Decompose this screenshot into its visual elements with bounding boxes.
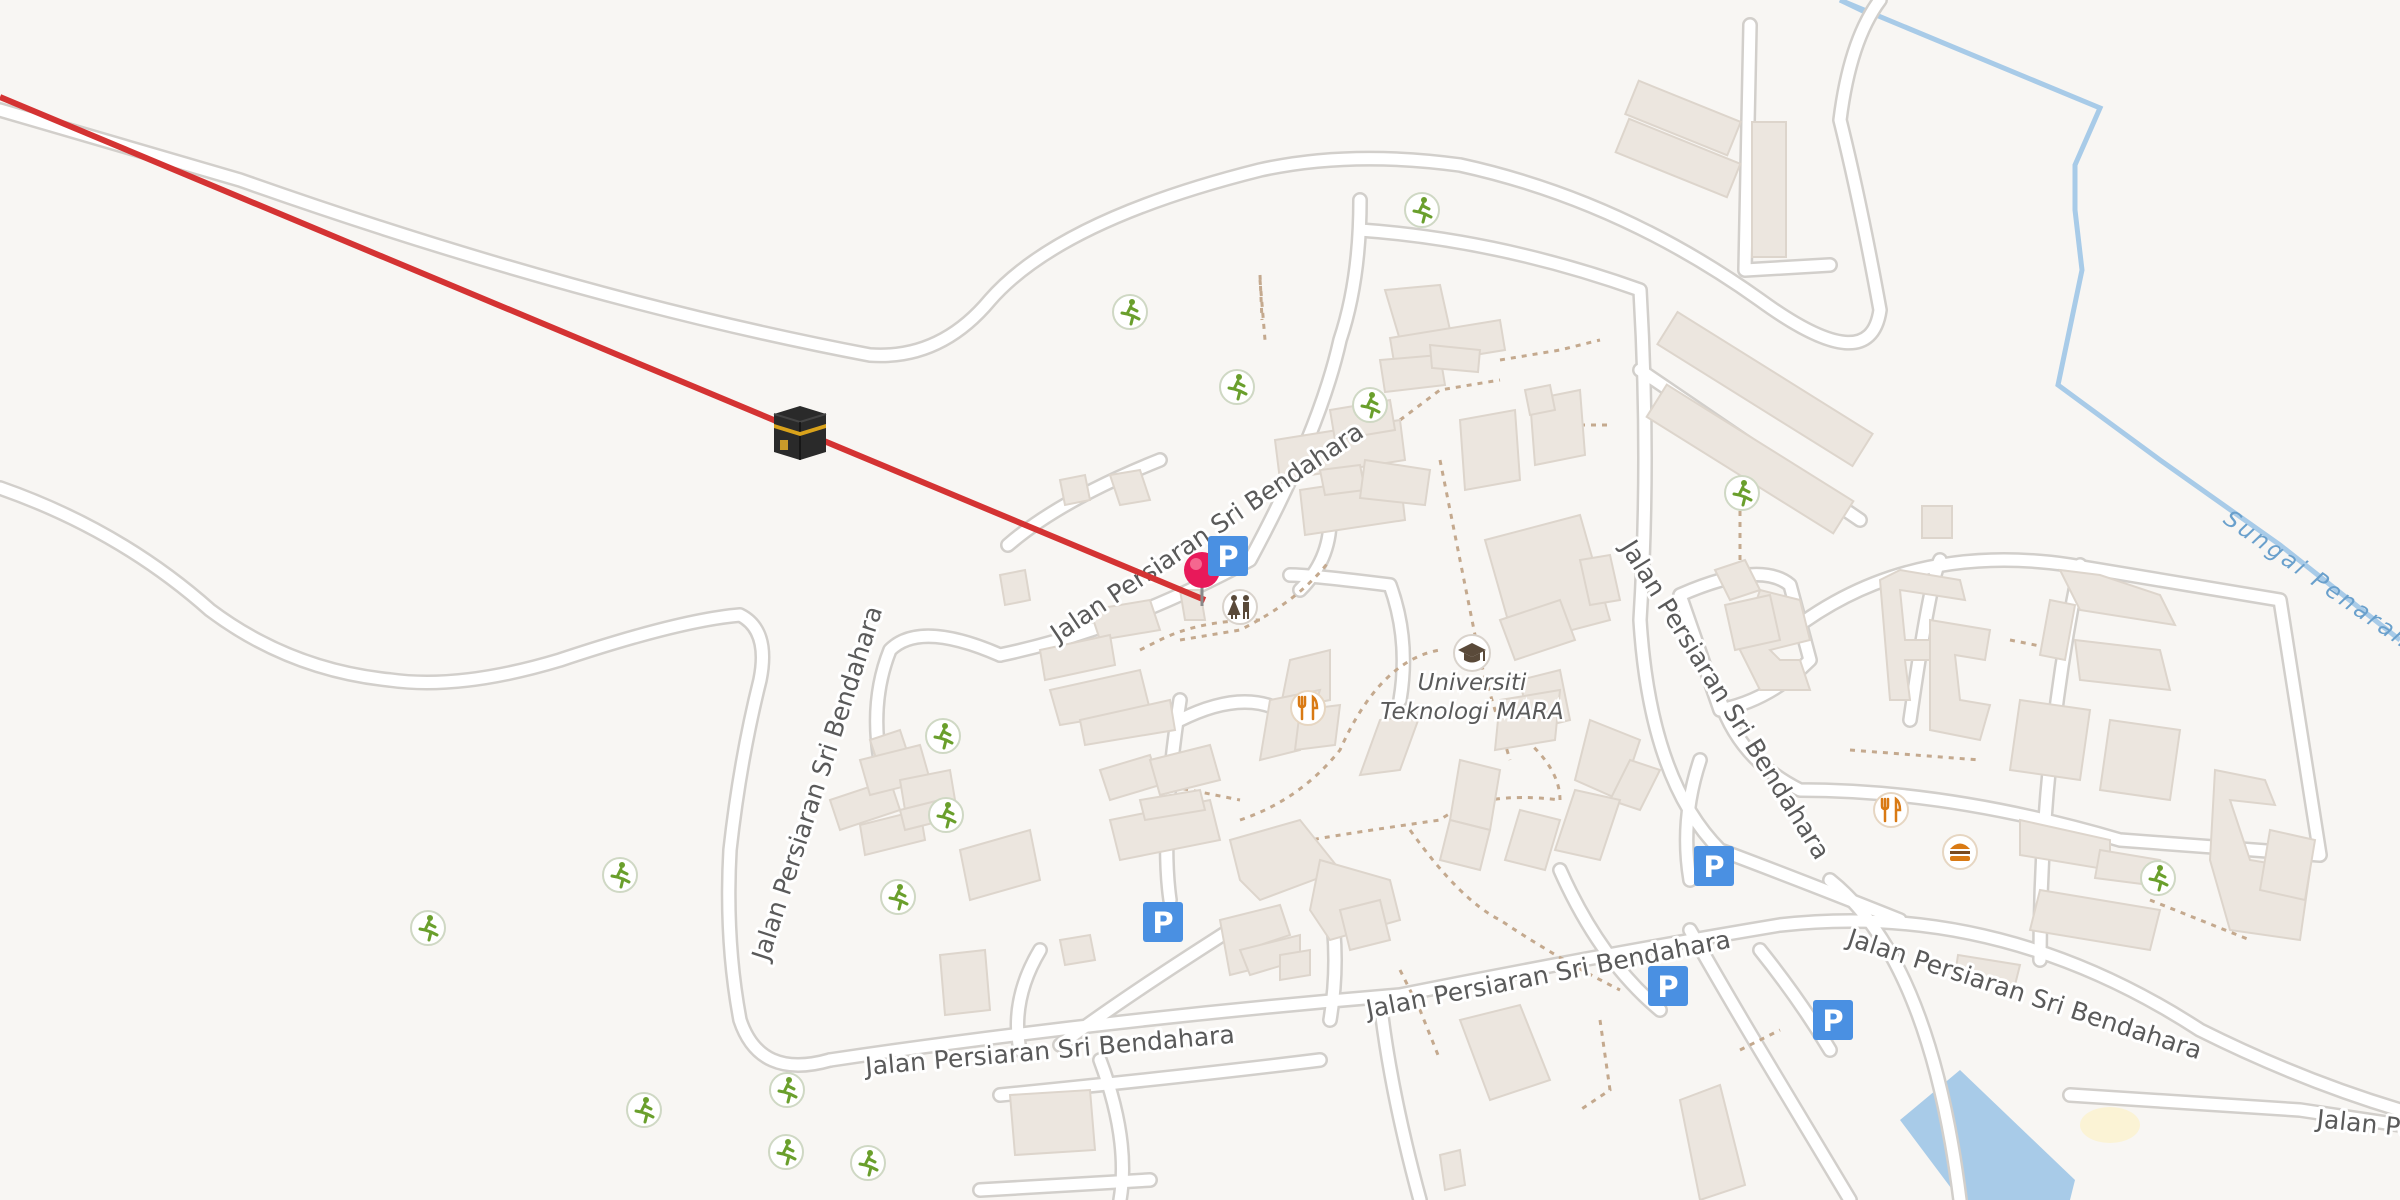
toilets-icon[interactable] xyxy=(1222,589,1258,625)
running-icon[interactable] xyxy=(927,796,965,834)
water-basin xyxy=(1900,1070,2075,1200)
parking-icon[interactable] xyxy=(1143,902,1183,942)
running-icon[interactable] xyxy=(768,1071,806,1109)
running-icon[interactable] xyxy=(1218,368,1256,406)
running-icon[interactable] xyxy=(767,1133,805,1171)
qibla-line xyxy=(0,94,1207,603)
river-line-branch xyxy=(1838,0,1867,15)
running-icon[interactable] xyxy=(1403,191,1441,229)
graduation-cap-icon[interactable] xyxy=(1453,634,1491,672)
running-icon[interactable] xyxy=(879,878,917,916)
running-icon[interactable] xyxy=(409,909,447,947)
parking-icon[interactable] xyxy=(1208,536,1248,576)
fork-knife-icon[interactable] xyxy=(1872,791,1910,829)
map-canvas[interactable]: P xyxy=(0,0,2400,1200)
running-icon[interactable] xyxy=(924,717,962,755)
running-icon[interactable] xyxy=(625,1091,663,1129)
running-icon[interactable] xyxy=(2139,859,2177,897)
running-icon[interactable] xyxy=(1351,386,1389,424)
parking-icon[interactable] xyxy=(1648,966,1688,1006)
running-icon[interactable] xyxy=(601,856,639,894)
river-label: Sungai Penarah xyxy=(2219,506,2400,655)
river-line xyxy=(1839,0,2400,642)
parking-icon[interactable] xyxy=(1694,846,1734,886)
university-label-line1: Universiti xyxy=(1418,670,1527,696)
running-icon[interactable] xyxy=(849,1144,887,1182)
burger-icon[interactable] xyxy=(1942,834,1978,870)
running-icon[interactable] xyxy=(1111,293,1149,331)
parking-icon[interactable] xyxy=(1813,1000,1853,1040)
fork-knife-icon[interactable] xyxy=(1289,689,1327,727)
kaaba-icon[interactable] xyxy=(773,406,827,460)
running-icon[interactable] xyxy=(1723,474,1761,512)
university-label-line2: Teknologi MARA xyxy=(1380,699,1563,725)
sand-patch xyxy=(2080,1107,2140,1143)
